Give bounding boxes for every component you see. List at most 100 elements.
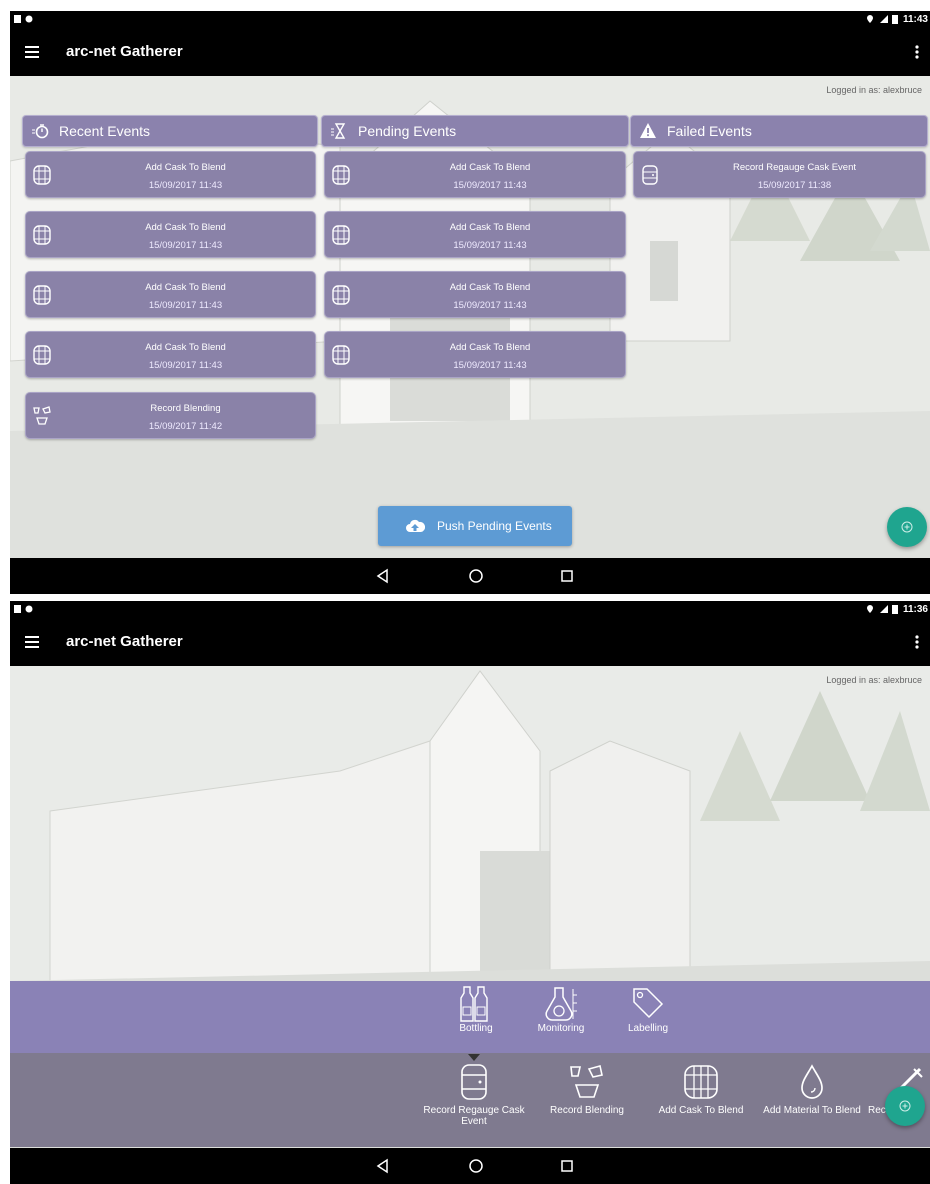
event-title: Add Cask To Blend bbox=[449, 282, 531, 293]
blending-icon bbox=[33, 406, 51, 425]
notification-icons bbox=[14, 604, 36, 617]
recent-events-header: Recent Events bbox=[22, 115, 318, 147]
event-type-record-blending[interactable]: Record Blending bbox=[542, 1063, 632, 1116]
failed-event-card[interactable]: Record Regauge Cask Event 15/09/2017 11:… bbox=[633, 151, 926, 198]
timer-icon bbox=[32, 124, 49, 139]
barrel-icon bbox=[332, 345, 350, 365]
regauge-icon bbox=[461, 1064, 487, 1100]
pending-event-card[interactable]: Add Cask To Blend 15/09/2017 11:43 bbox=[324, 211, 626, 258]
recent-event-card[interactable]: Add Cask To Blend 15/09/2017 11:43 bbox=[25, 271, 316, 318]
warning-icon bbox=[640, 123, 656, 138]
status-time: 11:43 bbox=[902, 14, 928, 25]
event-time: 15/09/2017 11:43 bbox=[453, 300, 527, 311]
event-time: 15/09/2017 11:43 bbox=[148, 180, 223, 191]
event-time: 15/09/2017 11:43 bbox=[148, 300, 223, 311]
event-title: Add Cask To Blend bbox=[145, 222, 226, 233]
event-type-record-regauge[interactable]: Record Regauge Cask Event bbox=[414, 1063, 534, 1127]
push-pending-events-button[interactable]: Push Pending Events bbox=[378, 506, 572, 546]
back-icon[interactable] bbox=[374, 1157, 392, 1175]
app-bar: arc-net Gatherer bbox=[10, 619, 930, 666]
pending-event-card[interactable]: Add Cask To Blend 15/09/2017 11:43 bbox=[324, 271, 626, 318]
category-monitoring[interactable]: Monitoring bbox=[526, 985, 596, 1034]
regauge-icon bbox=[642, 165, 658, 185]
event-time: 15/09/2017 11:42 bbox=[148, 421, 223, 432]
flask-icon bbox=[545, 987, 577, 1021]
status-bar: 11:36 bbox=[10, 601, 930, 619]
recents-icon[interactable] bbox=[558, 567, 576, 585]
event-time: 15/09/2017 11:38 bbox=[757, 180, 832, 191]
home-icon[interactable] bbox=[467, 1157, 485, 1175]
recent-event-card[interactable]: Add Cask To Blend 15/09/2017 11:43 bbox=[25, 331, 316, 378]
barrel-icon bbox=[33, 165, 51, 185]
event-type-add-cask-to-blend[interactable]: Add Cask To Blend bbox=[646, 1063, 756, 1116]
event-time: 15/09/2017 11:43 bbox=[453, 360, 527, 371]
push-button-label: Push Pending Events bbox=[437, 519, 552, 533]
back-icon[interactable] bbox=[374, 567, 392, 585]
recent-event-card[interactable]: Record Blending 15/09/2017 11:42 bbox=[25, 392, 316, 439]
category-bottling[interactable]: Bottling bbox=[446, 985, 506, 1034]
app-bar: arc-net Gatherer bbox=[10, 29, 930, 76]
event-type-bar: Record Regauge Cask Event Record Blending… bbox=[10, 1053, 930, 1147]
failed-events-title: Failed Events bbox=[667, 123, 752, 139]
barrel-icon bbox=[332, 225, 350, 245]
overflow-menu-icon[interactable] bbox=[912, 631, 922, 653]
event-time: 15/09/2017 11:43 bbox=[453, 180, 527, 191]
event-title: Add Cask To Blend bbox=[449, 342, 531, 353]
event-type-label: Record Blending bbox=[550, 1105, 624, 1116]
bottles-icon bbox=[460, 986, 488, 1022]
event-time: 15/09/2017 11:43 bbox=[148, 360, 223, 371]
system-nav-bar bbox=[10, 1148, 930, 1184]
event-type-add-material-to-blend[interactable]: Add Material To Blend bbox=[756, 1063, 868, 1116]
app-title: arc-net Gatherer bbox=[66, 43, 183, 60]
add-event-fab[interactable] bbox=[887, 507, 927, 547]
event-type-label: Add Material To Blend bbox=[763, 1105, 861, 1116]
status-indicators: 11:36 bbox=[866, 604, 928, 615]
events-screen: 11:43 arc-net Gatherer Logged in as: ale… bbox=[10, 11, 930, 594]
category-label: Monitoring bbox=[537, 1023, 585, 1034]
event-time: 15/09/2017 11:43 bbox=[148, 240, 223, 251]
barrel-icon bbox=[33, 345, 51, 365]
pending-events-title: Pending Events bbox=[358, 123, 457, 139]
logged-in-label: Logged in as: alexbruce bbox=[826, 675, 922, 685]
pending-events-header: Pending Events bbox=[321, 115, 629, 147]
status-bar: 11:43 bbox=[10, 11, 930, 29]
add-circle-icon bbox=[899, 1100, 911, 1112]
add-event-screen: 11:36 arc-net Gatherer Logged in as: ale… bbox=[10, 601, 930, 1184]
event-title: Add Cask To Blend bbox=[145, 162, 226, 173]
category-labelling[interactable]: Labelling bbox=[618, 985, 678, 1034]
event-time: 15/09/2017 11:43 bbox=[453, 240, 527, 251]
event-type-label: Record Regauge Cask Event bbox=[423, 1105, 525, 1127]
overflow-menu-icon[interactable] bbox=[912, 41, 922, 63]
add-circle-icon bbox=[901, 521, 913, 533]
home-icon[interactable] bbox=[467, 567, 485, 585]
barrel-icon bbox=[33, 285, 51, 305]
event-title: Add Cask To Blend bbox=[145, 342, 226, 353]
status-time: 11:36 bbox=[902, 604, 928, 615]
recents-icon[interactable] bbox=[558, 1157, 576, 1175]
hamburger-menu-icon[interactable] bbox=[22, 631, 44, 653]
event-category-bar: Bottling Monitoring Labelling bbox=[10, 981, 930, 1053]
hamburger-menu-icon[interactable] bbox=[22, 41, 44, 63]
notification-icons bbox=[14, 14, 36, 27]
barrel-icon bbox=[684, 1065, 718, 1099]
pending-event-card[interactable]: Add Cask To Blend 15/09/2017 11:43 bbox=[324, 331, 626, 378]
hourglass-icon bbox=[331, 123, 346, 139]
event-title: Record Blending bbox=[150, 403, 221, 414]
system-nav-bar bbox=[10, 558, 930, 594]
pending-event-card[interactable]: Add Cask To Blend 15/09/2017 11:43 bbox=[324, 151, 626, 198]
blending-icon bbox=[570, 1065, 603, 1098]
barrel-icon bbox=[33, 225, 51, 245]
barrel-icon bbox=[332, 165, 350, 185]
recent-event-card[interactable]: Add Cask To Blend 15/09/2017 11:43 bbox=[25, 211, 316, 258]
app-title: arc-net Gatherer bbox=[66, 633, 183, 650]
cloud-upload-icon bbox=[406, 519, 425, 532]
category-label: Labelling bbox=[627, 1023, 669, 1034]
event-title: Add Cask To Blend bbox=[145, 282, 226, 293]
recent-event-card[interactable]: Add Cask To Blend 15/09/2017 11:43 bbox=[25, 151, 316, 198]
status-indicators: 11:43 bbox=[866, 14, 928, 25]
category-label: Bottling bbox=[459, 1023, 493, 1034]
recent-events-title: Recent Events bbox=[59, 123, 151, 139]
event-title: Add Cask To Blend bbox=[449, 162, 531, 173]
add-event-fab[interactable] bbox=[885, 1086, 925, 1126]
event-title: Add Cask To Blend bbox=[449, 222, 531, 233]
